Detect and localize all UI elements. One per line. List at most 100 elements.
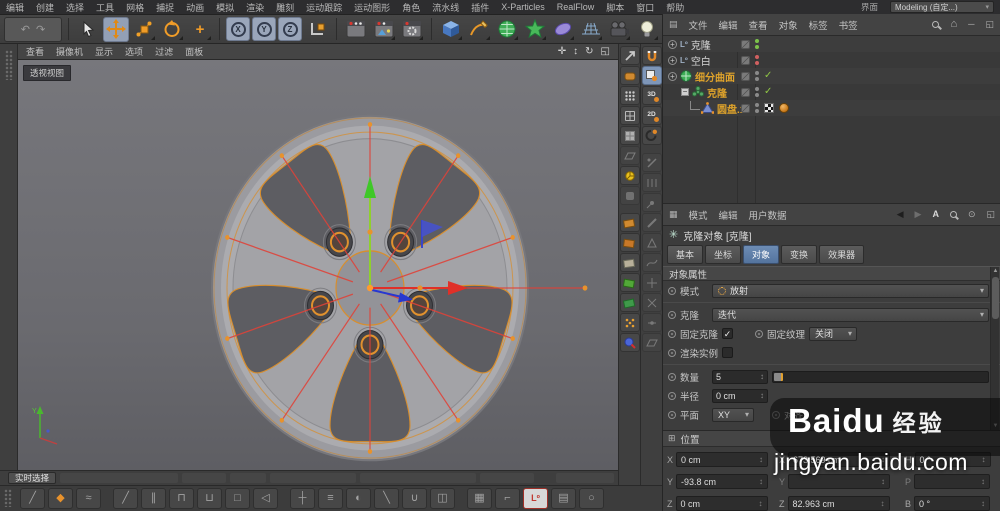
menu-item-script[interactable]: 脚本 [606,1,624,14]
tab-effectors[interactable]: 效果器 [819,244,865,264]
floor-button[interactable] [578,17,604,42]
menu-item-xparticles[interactable]: X-Particles [501,2,545,12]
visibility-dots[interactable] [755,39,759,49]
scrollbar-thumb[interactable] [992,277,999,319]
menu-item-edit[interactable]: 编辑 [6,1,24,14]
am-menu-userdata[interactable]: 用户数据 [749,208,787,222]
spline-snap-button[interactable] [641,253,662,272]
keyframe-circle-icon[interactable] [668,391,676,400]
visibility-dots[interactable] [755,87,759,97]
texture-mode-button[interactable] [619,213,640,232]
pos-y-input[interactable]: -93.8 cm ↕ [676,474,769,489]
rotate-view-icon[interactable]: ↻ [585,46,593,57]
left-palette-handle[interactable] [0,44,18,485]
grid-point-snap-button[interactable] [641,153,662,172]
spline-pen-button[interactable] [466,17,492,42]
lock-y-axis-button[interactable]: Y [252,17,276,41]
midpoint-snap-button[interactable] [641,313,662,332]
lock-icon[interactable]: ⊙ [968,210,976,219]
vp-menu-view[interactable]: 查看 [26,45,44,58]
view-label[interactable]: 透视视图 [23,65,72,81]
menu-item-sculpt[interactable]: 雕刻 [276,1,294,14]
clones-select[interactable]: 迭代 [712,307,989,322]
camera-button[interactable] [606,17,632,42]
point-snap-button[interactable] [641,193,662,212]
om-menu-tags[interactable]: 标签 [809,18,828,32]
snap-3d-button[interactable]: 3D [641,86,662,105]
stitch-tool-button[interactable]: ≡ [318,488,343,509]
keyframe-circle-icon[interactable] [755,329,764,338]
expander-icon[interactable]: + [668,71,677,81]
keyframe-circle-icon[interactable] [668,329,676,338]
dock-icon[interactable]: ◱ [985,20,994,29]
scale-tool-button[interactable] [131,17,157,42]
rotate-tool-button[interactable] [159,17,185,42]
menu-item-window[interactable]: 窗口 [636,1,654,14]
pos-z-input[interactable]: 0 cm ↕ [675,496,768,511]
om-menu-view[interactable]: 查看 [749,18,768,32]
tab-coordinates[interactable]: 坐标 [705,244,742,264]
mode-select[interactable]: 放射 [712,283,989,298]
fix-clone-checkbox[interactable]: ✓ [722,328,734,339]
intersection-snap-button[interactable] [641,293,662,312]
grid-line-snap-button[interactable] [641,173,662,192]
make-editable-button[interactable] [619,46,640,65]
menu-item-realflow[interactable]: RealFlow [557,2,595,12]
edges-mode-button[interactable] [619,106,640,125]
rot-p-input[interactable]: ↕ [914,474,991,489]
points-mode-button[interactable] [619,86,640,105]
viewport-solo-button[interactable] [619,333,640,352]
search-icon[interactable] [949,211,957,218]
uv-edge-mode-button[interactable] [619,293,640,312]
tab-transform[interactable]: 变换 [781,244,818,264]
menu-item-help[interactable]: 帮助 [666,1,684,14]
tab-object[interactable]: 对象 [743,244,780,264]
layer-toggle-icon[interactable] [741,55,750,65]
expander-icon[interactable]: − [681,88,689,96]
am-menu-edit[interactable]: 编辑 [719,208,738,222]
uv-polygon-mode-button[interactable] [619,253,640,272]
axis-snap-button[interactable] [641,273,662,292]
spinner-icon[interactable]: ↕ [760,372,764,381]
visibility-dots[interactable] [755,71,759,81]
menu-item-snap[interactable]: 捕捉 [156,1,174,14]
mirror-tool-button[interactable]: ◫ [430,488,455,509]
menu-item-render[interactable]: 渲染 [246,1,264,14]
menu-item-create[interactable]: 创建 [36,1,54,14]
active-tool-chip[interactable]: 实时选择 [8,472,57,484]
polygon-pen-button[interactable]: ◆ [48,488,73,509]
expander-icon[interactable]: + [668,55,677,65]
dock-icon[interactable]: ◱ [986,210,995,219]
spinner-icon[interactable]: ↕ [760,391,764,400]
vp-menu-cameras[interactable]: 摄像机 [56,45,83,58]
home-icon[interactable]: ⌂ [950,19,957,30]
wheel-rim-model[interactable]: Y [18,60,618,470]
enabled-check-icon[interactable]: ✓ [764,87,772,97]
environment-button[interactable] [550,17,576,42]
tree-row-disc[interactable]: 圆盘.1 [663,100,1000,116]
render-picture-viewer-button[interactable] [371,17,397,42]
lock-z-axis-button[interactable]: Z [278,17,302,41]
lock-x-axis-button[interactable]: X [226,17,250,41]
quantize-snap-button[interactable] [641,66,662,85]
om-menu-file[interactable]: 文件 [689,18,708,32]
keyframe-circle-icon[interactable] [668,410,676,419]
size-z-input[interactable]: 82.963 cm ↕ [787,496,890,511]
radius-input[interactable]: 0 cm ↕ [712,388,768,403]
texture-tag-icon[interactable] [764,103,774,113]
workplane-mode-button[interactable] [619,146,640,165]
viewport-canvas[interactable]: 透视视图 Y [18,60,618,470]
uv-point-mode-button[interactable] [619,273,640,292]
vp-menu-panel[interactable]: 面板 [185,45,203,58]
panel-menu-icon[interactable]: ▦ [669,210,678,219]
subdivide-button[interactable]: ▤ [551,488,576,509]
om-menu-edit[interactable]: 编辑 [719,18,738,32]
subdivision-surface-button[interactable] [494,17,520,42]
am-menu-mode[interactable]: 模式 [689,208,708,222]
keyframe-circle-icon[interactable] [668,348,676,357]
enabled-check-icon[interactable]: ✓ [764,71,772,81]
menu-item-mograph[interactable]: 运动图形 [354,1,390,14]
vp-menu-filter[interactable]: 过滤 [155,45,173,58]
pan-view-icon[interactable]: ✛ [558,46,566,57]
object-label[interactable]: 克隆 [691,37,711,52]
